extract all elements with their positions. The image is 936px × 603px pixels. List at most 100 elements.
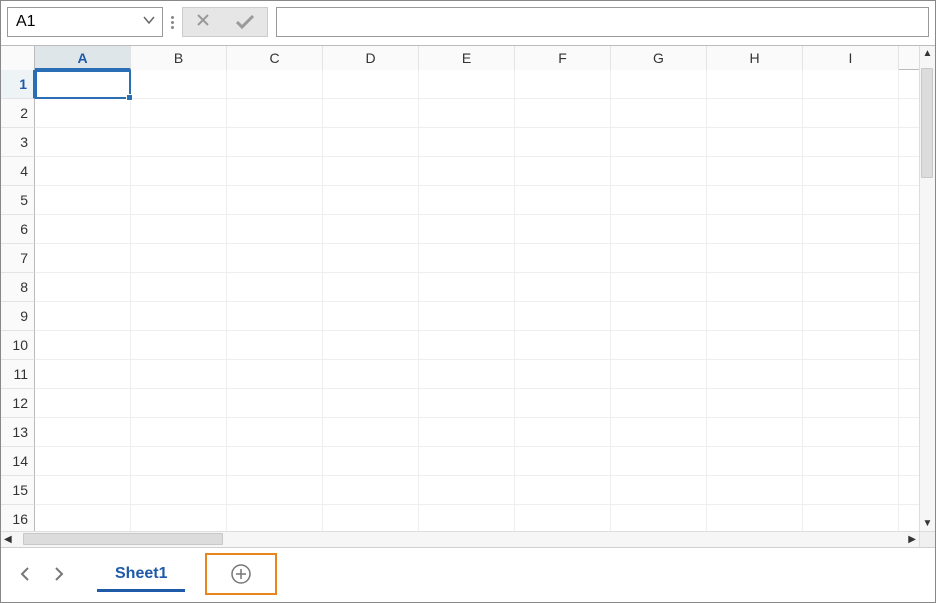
scroll-left-icon[interactable]: ◀	[1, 534, 15, 545]
cell-I1[interactable]	[803, 70, 899, 99]
column-header-A[interactable]: A	[35, 46, 131, 70]
cell-I6[interactable]	[803, 215, 899, 244]
cell-G12[interactable]	[611, 389, 707, 418]
cell-E13[interactable]	[419, 418, 515, 447]
cell-H3[interactable]	[707, 128, 803, 157]
cell-D4[interactable]	[323, 157, 419, 186]
cell-E6[interactable]	[419, 215, 515, 244]
cell-H11[interactable]	[707, 360, 803, 389]
cell-G2[interactable]	[611, 99, 707, 128]
cell-A9[interactable]	[35, 302, 131, 331]
cell-G15[interactable]	[611, 476, 707, 505]
cell-D15[interactable]	[323, 476, 419, 505]
cell-A8[interactable]	[35, 273, 131, 302]
accept-icon[interactable]	[235, 14, 255, 30]
cell-I15[interactable]	[803, 476, 899, 505]
cell-F6[interactable]	[515, 215, 611, 244]
tab-nav-next[interactable]	[45, 560, 73, 588]
cell-A7[interactable]	[35, 244, 131, 273]
cell-H12[interactable]	[707, 389, 803, 418]
cell-C16[interactable]	[227, 505, 323, 531]
cell-D10[interactable]	[323, 331, 419, 360]
horizontal-scrollbar[interactable]: ◀ ▶	[1, 531, 919, 547]
column-header-D[interactable]: D	[323, 46, 419, 70]
cell-B15[interactable]	[131, 476, 227, 505]
cell-G4[interactable]	[611, 157, 707, 186]
cell-H14[interactable]	[707, 447, 803, 476]
vertical-scrollbar[interactable]: ▲ ▼	[919, 46, 935, 531]
cell-E9[interactable]	[419, 302, 515, 331]
cell-H5[interactable]	[707, 186, 803, 215]
cell-A4[interactable]	[35, 157, 131, 186]
cell-I11[interactable]	[803, 360, 899, 389]
cell-G14[interactable]	[611, 447, 707, 476]
cell-C2[interactable]	[227, 99, 323, 128]
cell-I9[interactable]	[803, 302, 899, 331]
cell-C13[interactable]	[227, 418, 323, 447]
row-header-14[interactable]: 14	[1, 447, 35, 476]
cell-B6[interactable]	[131, 215, 227, 244]
cell-I12[interactable]	[803, 389, 899, 418]
column-header-H[interactable]: H	[707, 46, 803, 70]
cell-F14[interactable]	[515, 447, 611, 476]
cell-B12[interactable]	[131, 389, 227, 418]
cell-A12[interactable]	[35, 389, 131, 418]
cell-B9[interactable]	[131, 302, 227, 331]
cell-H16[interactable]	[707, 505, 803, 531]
cell-B16[interactable]	[131, 505, 227, 531]
cell-C11[interactable]	[227, 360, 323, 389]
cell-B11[interactable]	[131, 360, 227, 389]
formula-input[interactable]	[276, 7, 929, 37]
cell-I3[interactable]	[803, 128, 899, 157]
row-header-6[interactable]: 6	[1, 215, 35, 244]
expand-handle[interactable]	[171, 16, 174, 29]
cell-D9[interactable]	[323, 302, 419, 331]
scroll-down-icon[interactable]: ▼	[923, 516, 933, 531]
cell-B13[interactable]	[131, 418, 227, 447]
cell-E10[interactable]	[419, 331, 515, 360]
cell-D12[interactable]	[323, 389, 419, 418]
cell-H8[interactable]	[707, 273, 803, 302]
cell-A3[interactable]	[35, 128, 131, 157]
cell-B2[interactable]	[131, 99, 227, 128]
cell-F7[interactable]	[515, 244, 611, 273]
cell-E11[interactable]	[419, 360, 515, 389]
row-header-5[interactable]: 5	[1, 186, 35, 215]
cell-F4[interactable]	[515, 157, 611, 186]
cell-D11[interactable]	[323, 360, 419, 389]
cell-F3[interactable]	[515, 128, 611, 157]
cell-H7[interactable]	[707, 244, 803, 273]
cell-I4[interactable]	[803, 157, 899, 186]
cell-H1[interactable]	[707, 70, 803, 99]
cell-F12[interactable]	[515, 389, 611, 418]
cell-A11[interactable]	[35, 360, 131, 389]
cell-B14[interactable]	[131, 447, 227, 476]
column-header-B[interactable]: B	[131, 46, 227, 70]
column-header-F[interactable]: F	[515, 46, 611, 70]
cell-H6[interactable]	[707, 215, 803, 244]
tab-nav-prev[interactable]	[11, 560, 39, 588]
cell-E2[interactable]	[419, 99, 515, 128]
row-header-13[interactable]: 13	[1, 418, 35, 447]
row-header-15[interactable]: 15	[1, 476, 35, 505]
select-all-corner[interactable]	[1, 46, 35, 70]
cell-H2[interactable]	[707, 99, 803, 128]
scroll-right-icon[interactable]: ▶	[905, 534, 919, 545]
cell-B8[interactable]	[131, 273, 227, 302]
row-header-10[interactable]: 10	[1, 331, 35, 360]
cell-H4[interactable]	[707, 157, 803, 186]
cell-A16[interactable]	[35, 505, 131, 531]
row-header-4[interactable]: 4	[1, 157, 35, 186]
cell-I5[interactable]	[803, 186, 899, 215]
cell-I7[interactable]	[803, 244, 899, 273]
cell-F1[interactable]	[515, 70, 611, 99]
cell-A5[interactable]	[35, 186, 131, 215]
cell-G10[interactable]	[611, 331, 707, 360]
cell-B7[interactable]	[131, 244, 227, 273]
cell-G9[interactable]	[611, 302, 707, 331]
cell-G5[interactable]	[611, 186, 707, 215]
cell-H9[interactable]	[707, 302, 803, 331]
cell-B4[interactable]	[131, 157, 227, 186]
cell-A13[interactable]	[35, 418, 131, 447]
cell-D7[interactable]	[323, 244, 419, 273]
